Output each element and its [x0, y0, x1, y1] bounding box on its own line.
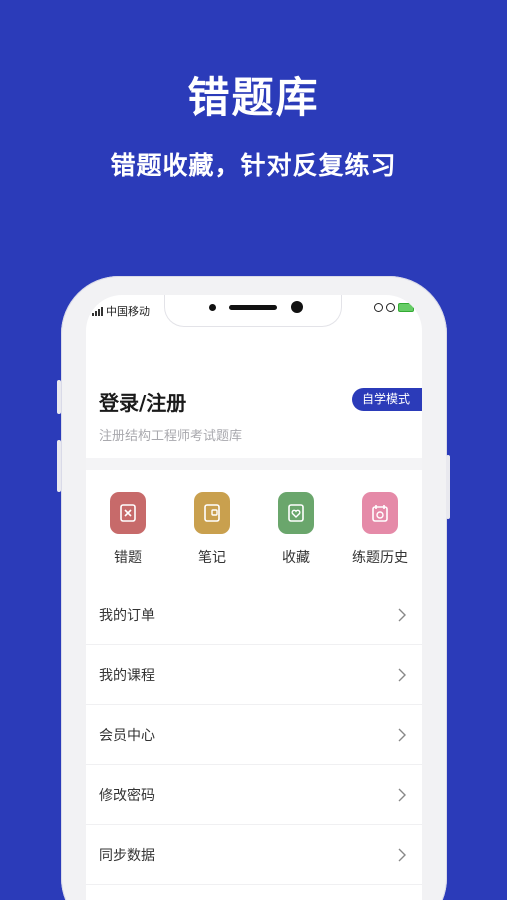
alarm-icon	[386, 303, 395, 312]
notes-icon	[194, 492, 230, 534]
grid-label: 练题历史	[352, 550, 408, 566]
menu-item-orders[interactable]: 我的订单	[86, 585, 422, 645]
menu-label: 会员中心	[99, 727, 155, 744]
menu-item-change-password[interactable]: 修改密码	[86, 765, 422, 825]
study-mode-badge[interactable]: 自学模式	[351, 388, 422, 411]
phone-screen: 中国移动 登录/注册 注册结构工程师考试题库 自学模式 错题 笔记 收藏 练题历…	[86, 295, 422, 900]
section-divider	[86, 458, 422, 470]
login-register-link[interactable]: 登录/注册	[99, 387, 186, 416]
signal-icon	[92, 306, 103, 316]
practice-history-icon	[362, 492, 398, 534]
menu-label: 同步数据	[99, 847, 155, 864]
phone-side-button	[57, 380, 61, 414]
hero-title: 错题库	[187, 73, 320, 122]
quick-grid: 错题 笔记 收藏 练题历史	[86, 488, 422, 568]
grid-item-notes[interactable]: 笔记	[170, 488, 254, 567]
grid-item-wrong[interactable]: 错题	[86, 488, 170, 567]
menu-item-courses[interactable]: 我的课程	[86, 645, 422, 705]
lock-rotation-icon	[374, 303, 383, 312]
chevron-right-icon	[398, 788, 406, 801]
favorites-icon	[278, 492, 314, 534]
menu-item-membership[interactable]: 会员中心	[86, 705, 422, 765]
wrong-questions-icon	[110, 492, 146, 534]
chevron-right-icon	[398, 728, 406, 741]
menu-label: 修改密码	[99, 787, 155, 804]
chevron-right-icon	[398, 668, 406, 681]
status-bar-right	[374, 303, 414, 312]
speaker-icon	[229, 305, 277, 310]
battery-icon	[398, 303, 414, 312]
chevron-right-icon	[398, 848, 406, 861]
grid-label: 收藏	[282, 550, 310, 566]
settings-menu: 我的订单 我的课程 会员中心 修改密码 同步数据	[86, 585, 422, 885]
sensor-icon	[209, 304, 216, 311]
grid-label: 笔记	[198, 550, 226, 566]
carrier-name: 中国移动	[106, 305, 150, 318]
notch	[164, 295, 342, 327]
grid-label: 错题	[114, 550, 142, 566]
chevron-right-icon	[398, 608, 406, 621]
hero-subtitle: 错题收藏，针对反复练习	[110, 151, 397, 180]
phone-side-button	[57, 440, 61, 492]
grid-item-favorites[interactable]: 收藏	[254, 488, 338, 567]
menu-label: 我的课程	[99, 667, 155, 684]
camera-icon	[291, 301, 303, 313]
menu-item-sync-data[interactable]: 同步数据	[86, 825, 422, 885]
status-bar-left: 中国移动	[92, 303, 150, 319]
phone-side-button	[446, 455, 450, 519]
grid-item-history[interactable]: 练题历史	[338, 488, 422, 567]
menu-label: 我的订单	[99, 607, 155, 624]
login-subtitle: 注册结构工程师考试题库	[99, 429, 243, 444]
